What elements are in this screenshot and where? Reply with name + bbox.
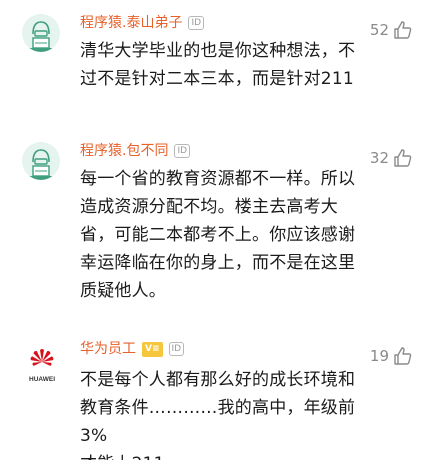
id-badge: ID [174, 144, 191, 158]
comment-line: 幸运降临在你的身上，而不是在这里 [80, 253, 356, 273]
comment-line: 不是每个人都有那么好的成长环境和 [80, 370, 356, 390]
author-name[interactable]: 程序猿.泰山弟子 [80, 12, 182, 34]
like-button[interactable]: 52 [370, 20, 413, 40]
thumbs-up-icon [394, 149, 412, 167]
thumbs-up-icon [394, 21, 412, 39]
huawei-logo: HUAWEI [29, 349, 55, 383]
comment-meta: 程序猿.泰山弟子 ID [80, 12, 205, 34]
author-name[interactable]: 程序猿.包不同 [80, 140, 168, 162]
comment-meta: 程序猿.包不同 ID [80, 140, 191, 162]
brand-text: HUAWEI [29, 376, 55, 383]
programmer-avatar-icon [22, 14, 60, 52]
comment-line: 教育条件…………我的高中，年级前3% [80, 398, 356, 446]
like-count: 32 [369, 149, 389, 167]
user-avatar[interactable] [22, 14, 60, 52]
user-avatar[interactable] [22, 142, 60, 180]
vip-badge: V≡ [142, 341, 163, 357]
comment-line: 省，可能二本都考不上。你应该感谢 [80, 225, 356, 245]
thumbs-up-icon [394, 347, 412, 365]
like-button[interactable]: 19 [370, 346, 413, 366]
comment-body: 不是每个人都有那么好的成长环境和 教育条件…………我的高中，年级前3% 才能上2… [80, 366, 372, 460]
user-avatar[interactable]: HUAWEI [22, 344, 62, 384]
comment-line: 每一个省的教育资源都不一样。所以 [80, 169, 356, 189]
comment-meta: 华为员工 V≡ ID [80, 338, 185, 360]
author-name[interactable]: 华为员工 [80, 338, 136, 360]
id-badge: ID [168, 342, 185, 356]
like-count: 52 [369, 21, 389, 39]
comment-line: 造成资源分配不均。楼主去高考大 [80, 197, 338, 217]
like-count: 19 [369, 347, 389, 365]
comment-line: 清华大学毕业的也是你这种想法，不 [80, 41, 356, 61]
programmer-avatar-icon [22, 142, 60, 180]
comment-body: 清华大学毕业的也是你这种想法，不 过不是针对二本三本，而是针对211 [80, 37, 372, 93]
comment-line: 才能上211 [80, 450, 372, 460]
comment-body: 每一个省的教育资源都不一样。所以 造成资源分配不均。楼主去高考大 省，可能二本都… [80, 165, 372, 305]
id-badge: ID [188, 16, 205, 30]
comment-line: 质疑他人。 [80, 281, 166, 301]
comment-line: 过不是针对二本三本，而是针对211 [80, 69, 354, 89]
like-button[interactable]: 32 [370, 148, 413, 168]
